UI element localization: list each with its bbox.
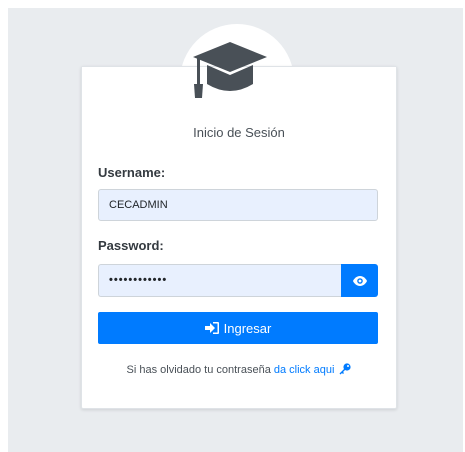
username-label: Username:: [98, 165, 166, 180]
graduation-cap-icon: [193, 42, 267, 98]
forgot-text: Si has olvidado tu contraseña: [126, 364, 274, 376]
forgot-password: Si has olvidado tu contraseña da click a…: [81, 363, 397, 376]
show-password-button[interactable]: [341, 264, 378, 297]
eye-icon: [352, 275, 367, 286]
page-title: Inicio de Sesión: [193, 125, 285, 140]
submit-button[interactable]: Ingresar: [98, 312, 378, 344]
sign-in-icon: [204, 322, 219, 334]
key-icon[interactable]: [339, 363, 352, 375]
password-input[interactable]: ••••••••••••: [98, 264, 341, 297]
submit-label: Ingresar: [223, 320, 272, 336]
password-label: Password:: [98, 238, 164, 253]
forgot-link[interactable]: da click aqui: [274, 364, 335, 376]
username-input[interactable]: CECADMIN: [98, 189, 378, 221]
